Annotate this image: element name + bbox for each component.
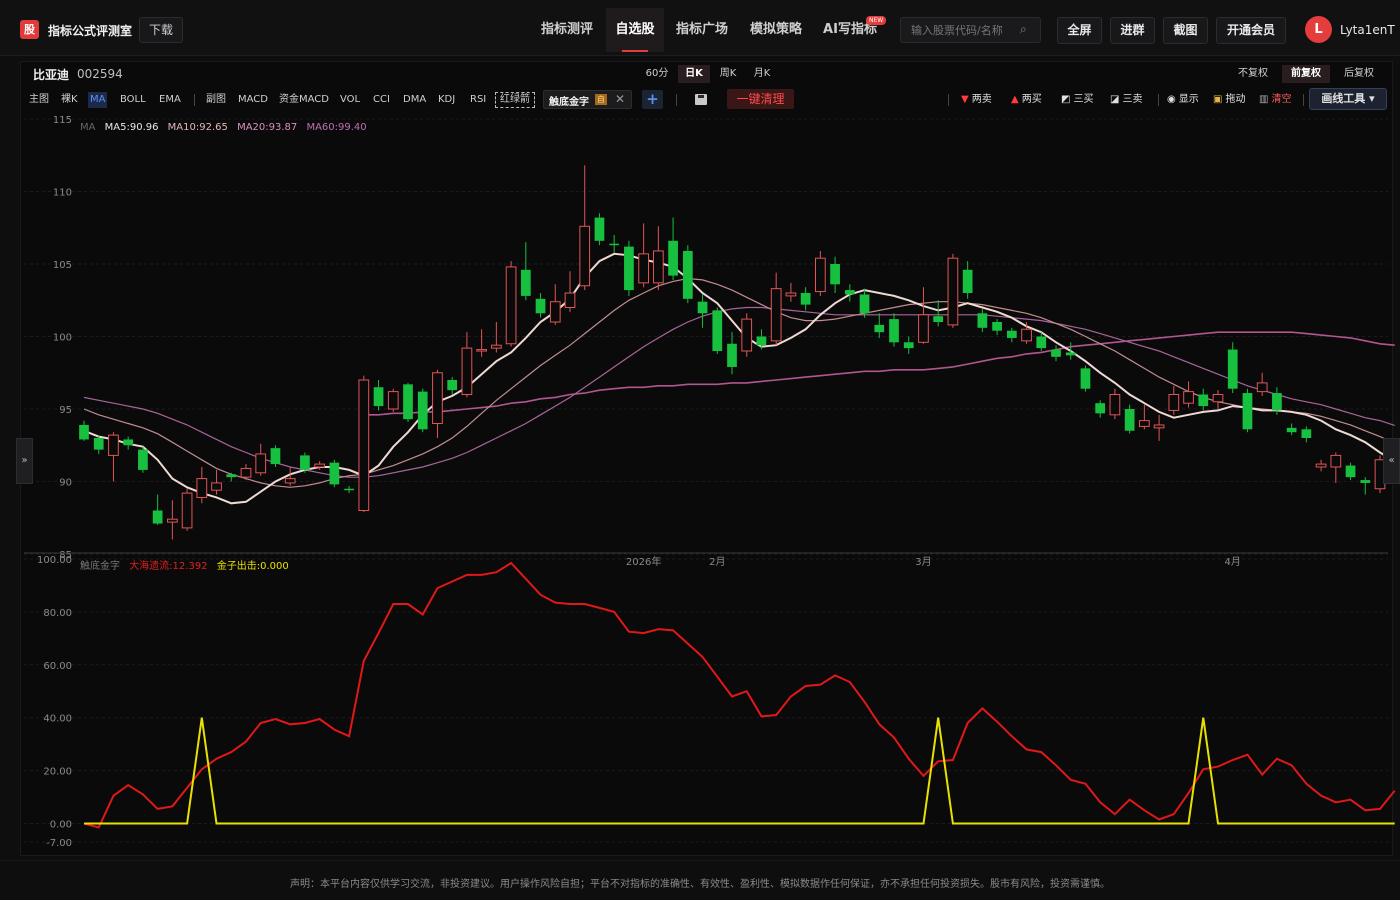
save-icon[interactable]	[695, 94, 707, 105]
draw-tool-label: 三卖	[1122, 94, 1143, 105]
adjust-forward[interactable]: 前复权	[1282, 65, 1330, 83]
app-logo-icon: 股	[20, 20, 39, 39]
drawing-tools-label: 画线工具	[1321, 92, 1366, 105]
ma-legend: MA MA5:90.96 MA10:92.65 MA20:93.87 MA60:…	[80, 122, 367, 133]
toolbar-divider	[194, 94, 195, 106]
new-badge: NEW	[866, 16, 887, 25]
tab-macd[interactable]: MACD	[238, 92, 268, 108]
toolbar-divider	[948, 94, 949, 106]
tab-fund-macd[interactable]: 资金MACD	[279, 92, 329, 108]
draw-tool-label: 清空	[1271, 94, 1292, 105]
tab-sub-chart[interactable]: 副图	[206, 92, 226, 108]
draw-tool-label: 两买	[1021, 94, 1042, 105]
ma5-value: MA5:90.96	[104, 122, 159, 133]
tab-red-green-arrow[interactable]: 红绿箭	[495, 92, 535, 108]
dahai-value: 大海遗流:12.392	[129, 561, 208, 572]
draw-tool-two-buy[interactable]: ▲ 两买	[1011, 92, 1042, 108]
drawing-tools-button[interactable]: 画线工具 ▾	[1309, 88, 1387, 110]
lock-icon: ▣	[1213, 94, 1223, 105]
draw-tool-label: 拖动	[1225, 94, 1246, 105]
jinzi-value: 金子出击:0.000	[216, 561, 289, 572]
toolbar-divider	[1158, 94, 1159, 106]
tab-main-chart[interactable]: 主图	[29, 92, 49, 108]
nav-item-indicator-square[interactable]: 指标广场	[666, 8, 738, 52]
diagonal-box-icon: ◪	[1110, 94, 1120, 105]
open-membership-button[interactable]: 开通会员	[1216, 17, 1286, 44]
tab-rsi[interactable]: RSI	[470, 92, 486, 108]
screenshot-button[interactable]: 截图	[1163, 17, 1208, 44]
down-triangle-icon: ▼	[961, 94, 969, 105]
draw-tool-three-buy[interactable]: ◩ 三买	[1061, 92, 1093, 108]
draw-tool-drag[interactable]: ▣ 拖动	[1213, 92, 1245, 108]
diagonal-box-icon: ◩	[1061, 94, 1071, 105]
user-avatar[interactable]: L	[1305, 16, 1332, 43]
trash-icon: ▥	[1259, 94, 1269, 105]
fullscreen-button[interactable]: 全屏	[1057, 17, 1102, 44]
ma20-value: MA20:93.87	[237, 122, 298, 133]
tab-kdj[interactable]: KDJ	[438, 92, 455, 108]
stock-code: 002594	[77, 67, 123, 81]
custom-indicator-chip[interactable]: 触底金字 自 ✕	[543, 90, 632, 109]
tab-ma[interactable]: MA	[88, 92, 108, 108]
draw-tool-label: 两卖	[971, 94, 992, 105]
period-monthly[interactable]: 月K	[747, 65, 777, 83]
draw-tool-two-sell[interactable]: ▼ 两卖	[961, 92, 992, 108]
draw-tool-label: 三买	[1073, 94, 1094, 105]
nav-item-watchlist[interactable]: 自选股	[606, 8, 664, 52]
join-group-button[interactable]: 进群	[1110, 17, 1155, 44]
disclaimer: 声明：本平台内容仅供学习交流，非投资建议。用户操作风险自担；平台不对指标的准确性…	[290, 879, 1110, 890]
tab-vol[interactable]: VOL	[340, 92, 360, 108]
sub-indicator-legend: 触底金字 大海遗流:12.392 金子出击:0.000	[80, 557, 289, 572]
sub-legend-label: 触底金字	[80, 561, 120, 572]
close-icon[interactable]: ✕	[615, 92, 625, 106]
add-indicator-button[interactable]: +	[642, 90, 663, 109]
tab-dma[interactable]: DMA	[403, 92, 426, 108]
draw-tool-three-sell[interactable]: ◪ 三卖	[1110, 92, 1142, 108]
expand-left-icon[interactable]: »	[16, 438, 33, 484]
nav-item-simulated-strategy[interactable]: 模拟策略	[740, 8, 812, 52]
tab-ema[interactable]: EMA	[159, 92, 181, 108]
nav-item-ai-indicator[interactable]: AI写指标	[814, 8, 886, 52]
toolbar-divider	[676, 94, 677, 106]
period-daily[interactable]: 日K	[678, 65, 710, 83]
footer-divider	[0, 860, 1400, 861]
toolbar-divider	[1303, 94, 1304, 106]
download-button[interactable]: 下载	[139, 17, 183, 43]
eye-icon: ◉	[1167, 94, 1176, 105]
stock-name: 比亚迪	[33, 68, 70, 82]
one-click-clear-button[interactable]: 一键清理	[727, 89, 794, 109]
collapse-right-icon[interactable]: «	[1383, 438, 1400, 484]
username[interactable]: Lyta1enT	[1340, 23, 1395, 37]
adjust-backward[interactable]: 后复权	[1337, 65, 1381, 83]
custom-indicator-tag: 自	[595, 94, 607, 105]
tab-boll[interactable]: BOLL	[120, 92, 146, 108]
tab-cci[interactable]: CCI	[373, 92, 390, 108]
ma-legend-label: MA	[80, 122, 96, 133]
up-triangle-icon: ▲	[1011, 94, 1019, 105]
chart-panel	[20, 61, 1393, 856]
period-weekly[interactable]: 周K	[713, 65, 743, 83]
search-icon[interactable]: ⌕	[1020, 22, 1027, 37]
draw-tool-show[interactable]: ◉ 显示	[1167, 92, 1199, 108]
draw-tool-clear[interactable]: ▥ 清空	[1259, 92, 1291, 108]
custom-indicator-label: 触底金字	[549, 97, 589, 108]
draw-tool-label: 显示	[1178, 94, 1199, 105]
period-60min[interactable]: 60分	[641, 65, 673, 83]
adjust-none[interactable]: 不复权	[1231, 65, 1275, 83]
tab-naked-k[interactable]: 裸K	[61, 92, 78, 108]
nav-item-indicator-review[interactable]: 指标测评	[530, 8, 604, 52]
ma10-value: MA10:92.65	[167, 122, 228, 133]
ma60-value: MA60:99.40	[306, 122, 367, 133]
app-title: 指标公式评测室	[48, 24, 133, 38]
